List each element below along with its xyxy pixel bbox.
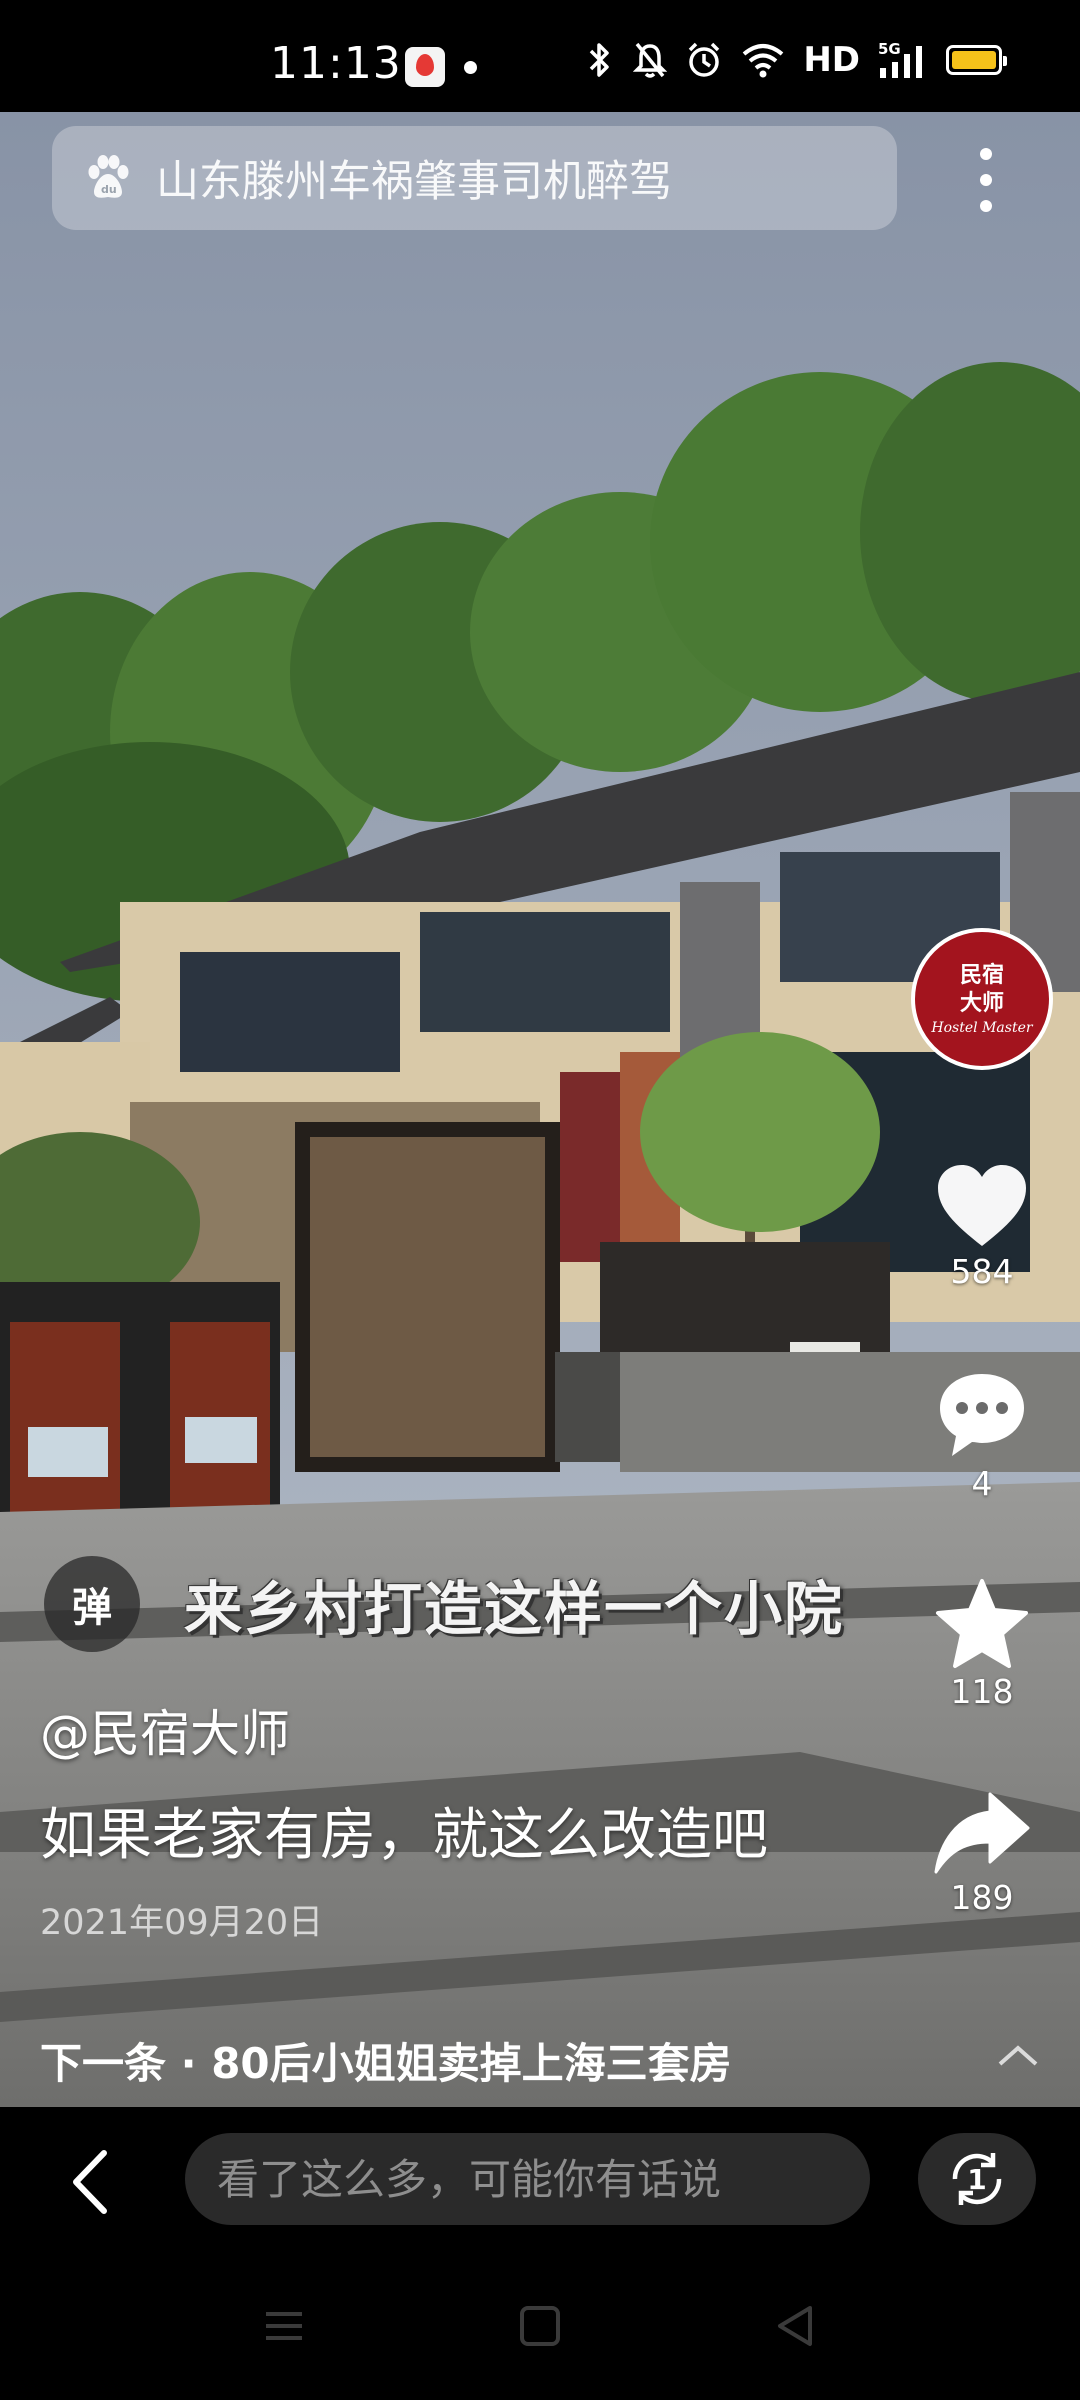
- danmaku-label: 弹: [72, 1585, 112, 1631]
- status-icons: HD 5G: [585, 40, 1007, 80]
- chevron-up-icon: [998, 2045, 1038, 2066]
- publish-date: 2021年09月20日: [40, 1903, 324, 1943]
- more-dot: [980, 174, 992, 186]
- wifi-icon: [743, 44, 784, 78]
- back-triangle-icon[interactable]: [766, 2296, 826, 2356]
- author-name[interactable]: @民宿大师: [40, 1694, 290, 1766]
- network-type: HD: [803, 40, 860, 80]
- heart-icon: [938, 1165, 1026, 1246]
- share-count: 189: [950, 1878, 1014, 1917]
- avatar-logo-line1: 民宿: [959, 963, 1004, 988]
- share-arrow-icon: [934, 1792, 1030, 1874]
- danmaku-toggle-button[interactable]: 弹: [44, 1556, 140, 1652]
- video-title: 如果老家有房，就这么改造吧: [40, 1803, 768, 1868]
- next-video-bar[interactable]: 下一条 · 80后小姐姐卖掉上海三套房: [40, 2020, 1040, 2100]
- search-bar[interactable]: du 山东滕州车祸肇事司机醉驾: [52, 126, 897, 230]
- avatar-logo-line3: Hostel Master: [931, 1020, 1033, 1036]
- bluetooth-icon: [590, 43, 610, 77]
- bottom-toolbar: 1: [0, 2107, 1080, 2252]
- more-options-button[interactable]: [964, 140, 1008, 220]
- network-gen-label: 5G: [878, 40, 901, 58]
- mute-bell-icon: [633, 42, 668, 78]
- alarm-icon: [689, 42, 720, 77]
- back-arrow-icon[interactable]: [62, 2147, 122, 2217]
- comment-counter-button[interactable]: 1: [918, 2133, 1036, 2225]
- notification-dot: [464, 61, 477, 74]
- home-square-icon[interactable]: [510, 2296, 570, 2356]
- avatar-logo-line2: 大师: [959, 991, 1004, 1016]
- next-video-title: 下一条 · 80后小姐姐卖掉上海三套房: [40, 2038, 732, 2088]
- baidu-paw-icon: du: [88, 155, 129, 198]
- counter-value: 1: [967, 2163, 986, 2196]
- svg-text:du: du: [101, 183, 117, 196]
- status-bar: 11:13 HD 5G: [0, 0, 1080, 112]
- author-avatar[interactable]: 民宿 大师 Hostel Master: [911, 928, 1053, 1070]
- share-button[interactable]: 189: [920, 1790, 1044, 1917]
- comment-bubble-icon: [940, 1374, 1024, 1456]
- signal-icon: 5G: [878, 40, 922, 78]
- search-query: 山东滕州车祸肇事司机醉驾: [156, 157, 672, 207]
- comment-count: 4: [971, 1464, 993, 1503]
- like-button[interactable]: 584: [920, 1162, 1044, 1291]
- status-time: 11:13: [270, 38, 402, 89]
- video-subtitle: 来乡村打造这样一个小院: [184, 1575, 845, 1643]
- battery-icon: [946, 45, 1007, 75]
- system-navigation-bar: [0, 2252, 1080, 2400]
- comment-input[interactable]: [185, 2133, 870, 2225]
- like-count: 584: [950, 1252, 1014, 1291]
- counter-icon: 1: [952, 2153, 1002, 2205]
- more-dot: [980, 200, 992, 212]
- star-icon: [936, 1579, 1028, 1668]
- menu-icon[interactable]: [254, 2296, 314, 2356]
- favorite-count: 118: [950, 1672, 1014, 1711]
- favorite-button[interactable]: 118: [920, 1578, 1044, 1711]
- comment-button[interactable]: 4: [920, 1370, 1044, 1503]
- baidu-map-notification-icon: [405, 47, 445, 87]
- more-dot: [980, 148, 992, 160]
